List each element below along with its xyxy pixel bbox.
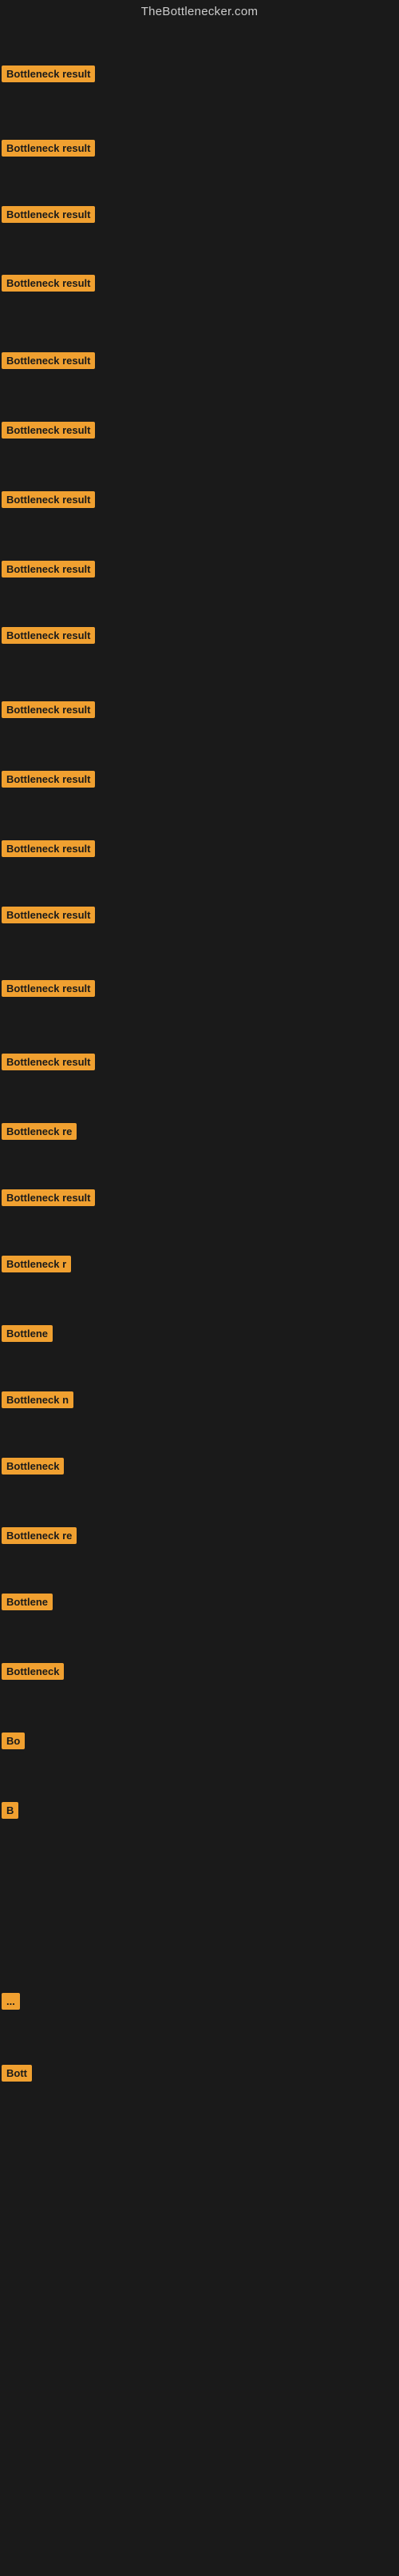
bottleneck-label-17: Bottleneck result — [2, 1189, 95, 1206]
bottleneck-label-7: Bottleneck result — [2, 491, 95, 508]
bottleneck-label-5: Bottleneck result — [2, 352, 95, 369]
bottleneck-label-15: Bottleneck result — [2, 1054, 95, 1070]
bottleneck-label-3: Bottleneck result — [2, 206, 95, 223]
bottleneck-label-22: Bottleneck re — [2, 1527, 77, 1544]
bottleneck-label-8: Bottleneck result — [2, 561, 95, 578]
bottleneck-label-11: Bottleneck result — [2, 771, 95, 788]
bottleneck-label-13: Bottleneck result — [2, 907, 95, 923]
bottleneck-label-20: Bottleneck n — [2, 1391, 73, 1408]
bottleneck-label-18: Bottleneck r — [2, 1256, 71, 1272]
bottleneck-label-26: B — [2, 1802, 18, 1819]
bottleneck-label-25: Bo — [2, 1733, 25, 1749]
bottleneck-label-9: Bottleneck result — [2, 627, 95, 644]
bottleneck-label-14: Bottleneck result — [2, 980, 95, 997]
site-title: TheBottlenecker.com — [0, 0, 399, 20]
page-wrapper: TheBottlenecker.com Bottleneck result Bot… — [0, 0, 399, 2576]
bottleneck-label-16: Bottleneck re — [2, 1123, 77, 1140]
bottleneck-label-4: Bottleneck result — [2, 275, 95, 292]
bottleneck-label-28: ... — [2, 1993, 20, 2010]
bottleneck-label-2: Bottleneck result — [2, 140, 95, 157]
bottleneck-label-23: Bottlene — [2, 1594, 53, 1610]
bottleneck-label-21: Bottleneck — [2, 1458, 64, 1475]
bottleneck-label-24: Bottleneck — [2, 1663, 64, 1680]
bottleneck-label-10: Bottleneck result — [2, 701, 95, 718]
bottleneck-label-12: Bottleneck result — [2, 840, 95, 857]
bottleneck-label-6: Bottleneck result — [2, 422, 95, 439]
bottleneck-label-19: Bottlene — [2, 1325, 53, 1342]
bottleneck-label-29: Bott — [2, 2065, 32, 2082]
bottleneck-label-1: Bottleneck result — [2, 65, 95, 82]
